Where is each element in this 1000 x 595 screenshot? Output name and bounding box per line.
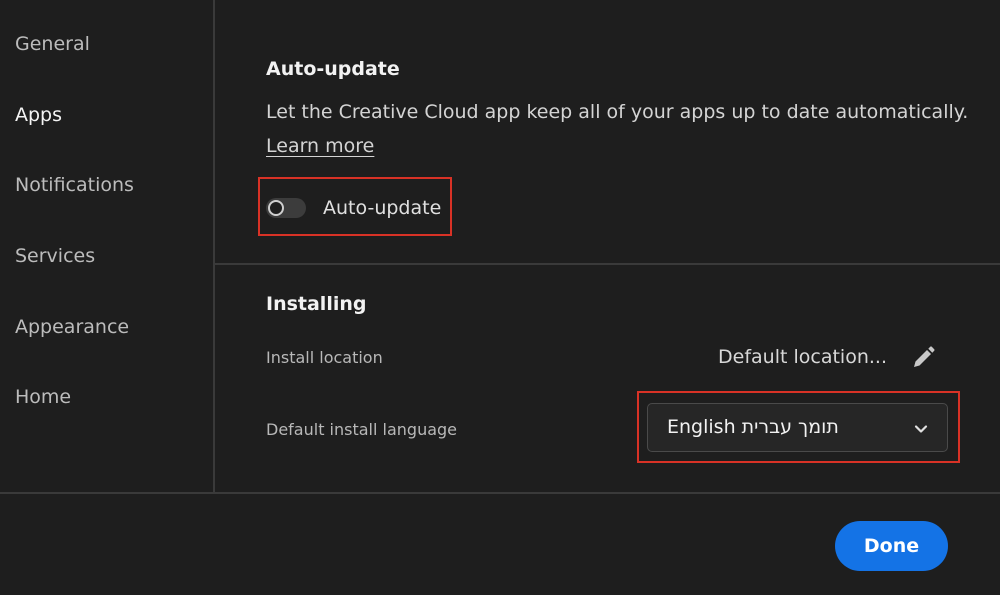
sidebar-item-apps[interactable]: Apps xyxy=(15,104,62,126)
section-divider xyxy=(215,263,1000,265)
apps-settings-panel: Auto-update Let the Creative Cloud app k… xyxy=(215,0,1000,492)
install-language-value: English תומך עברית xyxy=(667,416,839,438)
installing-heading: Installing xyxy=(266,293,367,315)
toggle-knob xyxy=(268,200,284,216)
install-location-label: Install location xyxy=(266,348,383,367)
sidebar-item-services[interactable]: Services xyxy=(15,245,95,267)
auto-update-heading: Auto-update xyxy=(266,58,400,80)
auto-update-description: Let the Creative Cloud app keep all of y… xyxy=(266,101,969,123)
sidebar-item-notifications[interactable]: Notifications xyxy=(15,174,134,196)
chevron-down-icon xyxy=(914,425,928,433)
done-button[interactable]: Done xyxy=(835,521,948,571)
auto-update-toggle-row[interactable]: Auto-update xyxy=(266,193,441,223)
sidebar-item-home[interactable]: Home xyxy=(15,386,71,408)
auto-update-toggle-label: Auto-update xyxy=(323,197,442,219)
install-location-value: Default location... xyxy=(718,346,887,368)
sidebar-item-general[interactable]: General xyxy=(15,33,90,55)
sidebar-item-appearance[interactable]: Appearance xyxy=(15,316,129,338)
learn-more-link[interactable]: Learn more xyxy=(266,135,374,157)
install-language-label: Default install language xyxy=(266,420,458,439)
install-language-dropdown[interactable]: English תומך עברית xyxy=(647,403,948,452)
footer-divider xyxy=(0,492,1000,494)
preferences-sidebar: General Apps Notifications Services Appe… xyxy=(0,0,215,492)
auto-update-toggle[interactable] xyxy=(266,198,306,218)
preferences-window: General Apps Notifications Services Appe… xyxy=(0,0,1000,595)
pencil-icon[interactable] xyxy=(909,344,937,372)
